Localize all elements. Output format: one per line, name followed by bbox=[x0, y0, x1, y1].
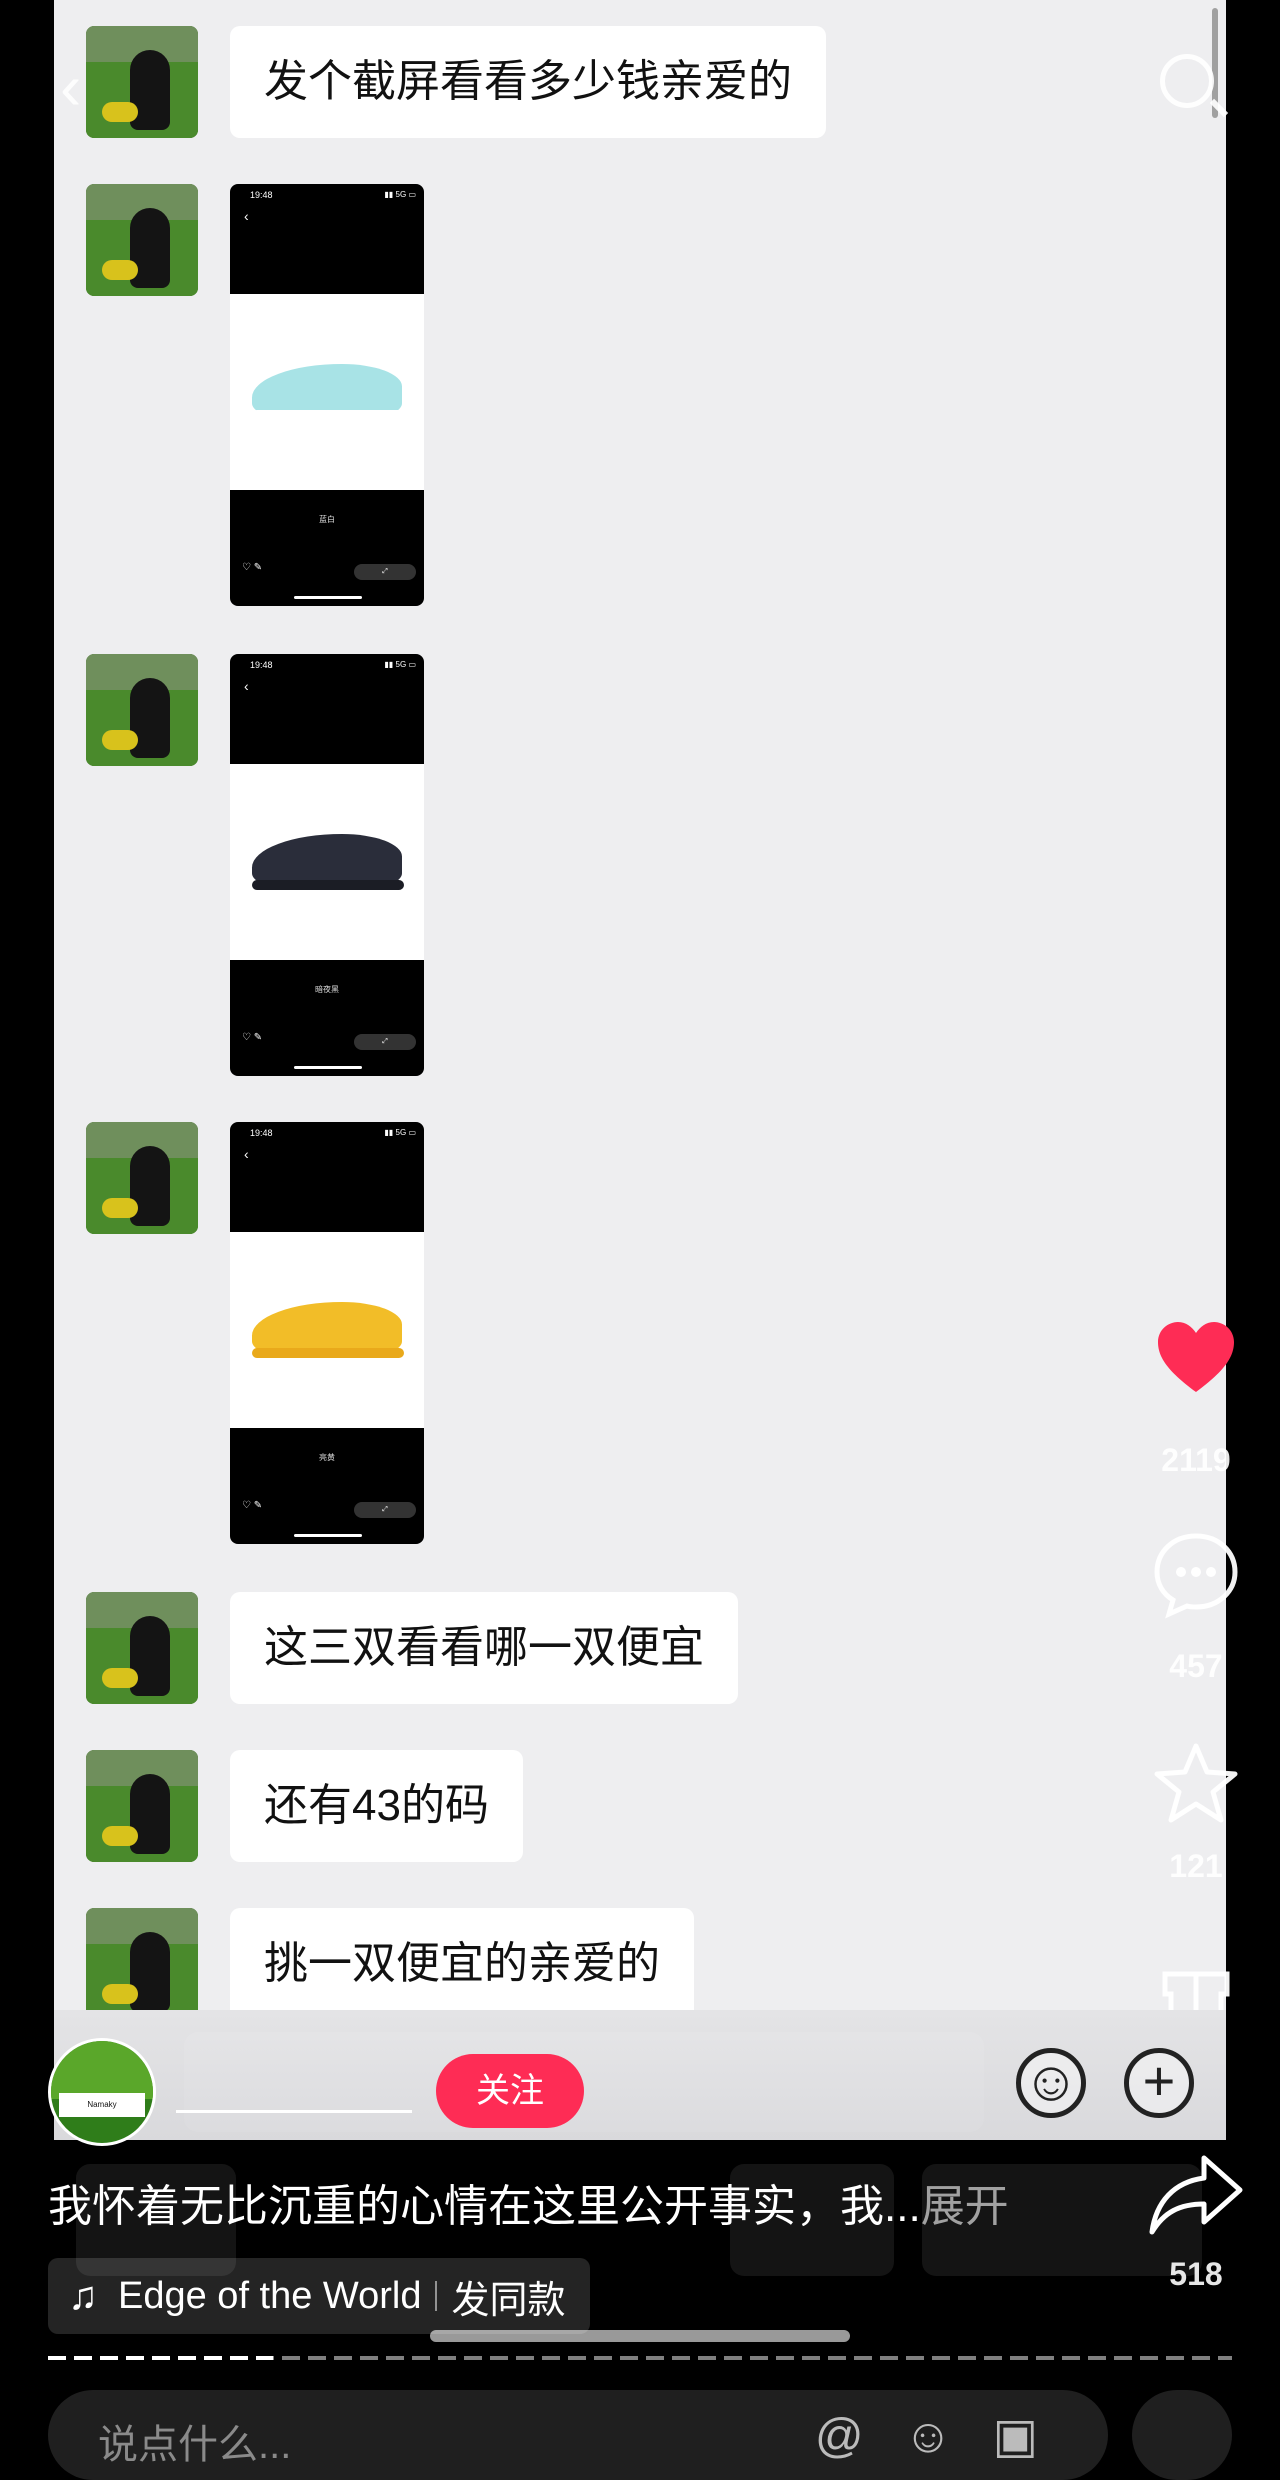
music-chip[interactable]: ♫ Edge of the World 发同款 bbox=[48, 2258, 590, 2334]
status-time: 19:48 bbox=[250, 660, 273, 670]
chat-bubble: 还有43的码 bbox=[230, 1750, 523, 1862]
at-icon[interactable]: @ bbox=[815, 2410, 904, 2463]
star-icon bbox=[1154, 1743, 1238, 1823]
avatar bbox=[86, 1750, 198, 1862]
ghost-tile bbox=[922, 2164, 1202, 2276]
avatar bbox=[86, 654, 198, 766]
shoe-screenshot-image[interactable]: 19:48 ▮▮ 5G ▭ ‹ 亮黄 ♡ ✎ ⤢ bbox=[230, 1122, 424, 1544]
same-style-link[interactable]: 发同款 bbox=[451, 2269, 565, 2324]
back-icon: ‹ bbox=[244, 1146, 249, 1162]
heart-icon bbox=[1158, 1322, 1234, 1392]
shoe-sole bbox=[252, 410, 404, 420]
shoe-caption: 蓝白 bbox=[319, 515, 335, 524]
shoe-sole bbox=[252, 880, 404, 890]
comment-placeholder: 说点什么... bbox=[98, 2423, 292, 2467]
product-image-area bbox=[230, 294, 424, 490]
like-count: 2119 bbox=[1161, 1442, 1231, 1478]
image-icon[interactable]: ▣ bbox=[993, 2410, 1078, 2463]
pill-button: ⤢ bbox=[354, 564, 416, 580]
creator-avatar[interactable]: Namaky bbox=[48, 2038, 156, 2146]
share-tools-icon: ♡ ✎ bbox=[242, 1032, 263, 1043]
favorite-button[interactable] bbox=[1146, 1740, 1246, 1835]
status-time: 19:48 bbox=[250, 1128, 273, 1138]
fullscreen-button[interactable] bbox=[1132, 2390, 1232, 2480]
pill-button: ⤢ bbox=[354, 1034, 416, 1050]
chat-bubble: 挑一双便宜的亲爱的 bbox=[230, 1908, 694, 2020]
signal-battery-icon: ▮▮ 5G ▭ bbox=[384, 190, 416, 199]
comment-tools: @☺▣ bbox=[815, 2408, 1078, 2464]
music-title: Edge of the World bbox=[118, 2274, 422, 2317]
progress-played bbox=[48, 2356, 273, 2360]
shoe-caption: 亮黄 bbox=[319, 1453, 335, 1462]
search-icon[interactable] bbox=[1160, 54, 1214, 108]
status-time: 19:48 bbox=[250, 190, 273, 200]
product-image-area bbox=[230, 1232, 424, 1428]
signal-battery-icon: ▮▮ 5G ▭ bbox=[384, 1128, 416, 1137]
emoji-icon[interactable]: ☺ bbox=[1016, 2048, 1086, 2118]
chat-bubble: 这三双看看哪一双便宜 bbox=[230, 1592, 738, 1704]
divider bbox=[435, 2281, 438, 2311]
pill-button: ⤢ bbox=[354, 1502, 416, 1518]
avatar bbox=[86, 1592, 198, 1704]
shoe-screenshot-image[interactable]: 19:48 ▮▮ 5G ▭ ‹ 蓝白 ♡ ✎ ⤢ bbox=[230, 184, 424, 606]
chat-bubble: 发个截屏看看多少钱亲爱的 bbox=[230, 26, 826, 138]
home-indicator bbox=[294, 596, 362, 599]
shoe-caption: 暗夜黑 bbox=[315, 985, 339, 994]
comment-input[interactable]: 说点什么... @☺▣ bbox=[48, 2390, 1108, 2480]
video-progress-bar[interactable] bbox=[48, 2356, 1232, 2360]
shoe-screenshot-image[interactable]: 19:48 ▮▮ 5G ▭ ‹ 暗夜黑 ♡ ✎ ⤢ bbox=[230, 654, 424, 1076]
comment-count: 457 bbox=[1169, 1648, 1223, 1684]
avatar bbox=[86, 184, 198, 296]
ghost-tile bbox=[730, 2164, 894, 2276]
home-indicator bbox=[294, 1534, 362, 1537]
favorite-count: 121 bbox=[1169, 1848, 1223, 1884]
signal-battery-icon: ▮▮ 5G ▭ bbox=[384, 660, 416, 669]
plus-icon[interactable]: + bbox=[1124, 2048, 1194, 2118]
avatar bbox=[86, 1122, 198, 1234]
share-tools-icon: ♡ ✎ bbox=[242, 1500, 263, 1511]
comment-bubble-icon bbox=[1154, 1533, 1238, 1619]
home-indicator bbox=[294, 1066, 362, 1069]
emoji-icon[interactable]: ☺ bbox=[904, 2410, 993, 2463]
home-indicator bbox=[430, 2330, 850, 2342]
chevron-left-icon[interactable]: ‹ bbox=[60, 50, 81, 124]
back-icon: ‹ bbox=[244, 678, 249, 694]
product-image-area bbox=[230, 764, 424, 960]
back-icon: ‹ bbox=[244, 208, 249, 224]
avatar-text: Namaky bbox=[59, 2093, 145, 2117]
avatar bbox=[86, 1908, 198, 2020]
follow-button[interactable]: 关注 bbox=[436, 2054, 584, 2128]
username-underline bbox=[176, 2110, 412, 2113]
input-ghost bbox=[184, 2032, 984, 2132]
shoe-sole bbox=[252, 1348, 404, 1358]
share-tools-icon: ♡ ✎ bbox=[242, 562, 263, 573]
music-note-icon: ♫ bbox=[68, 2273, 98, 2318]
comment-button[interactable] bbox=[1146, 1530, 1246, 1625]
chat-screenshot: 发个截屏看看多少钱亲爱的 19:48 ▮▮ 5G ▭ ‹ 蓝白 ♡ ✎ ⤢ 19… bbox=[54, 0, 1226, 2140]
avatar bbox=[86, 26, 198, 138]
